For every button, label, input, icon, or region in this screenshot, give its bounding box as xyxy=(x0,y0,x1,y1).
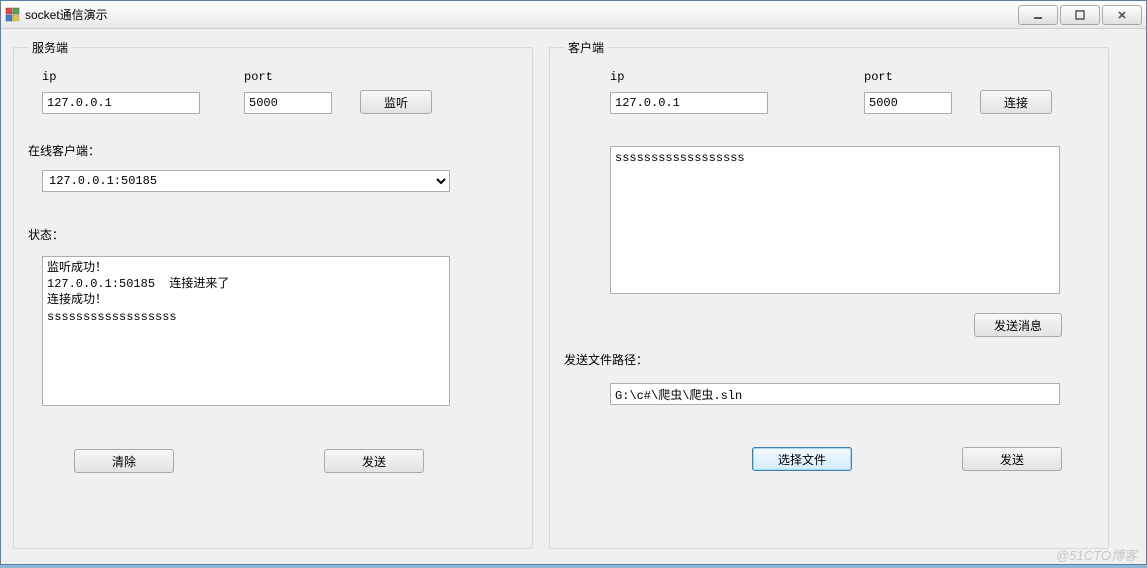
maximize-icon xyxy=(1074,9,1086,21)
server-ip-label: ip xyxy=(42,70,200,84)
server-panel: 服务端 ip port 监听 在线客户端： 127.0.0.1:50185 xyxy=(13,39,533,549)
file-path-label: 发送文件路径： xyxy=(564,353,648,367)
server-port-label: port xyxy=(244,70,332,84)
app-window: socket通信演示 服务端 ip port xyxy=(0,0,1147,565)
online-clients-select[interactable]: 127.0.0.1:50185 xyxy=(42,170,450,192)
minimize-icon xyxy=(1032,9,1044,21)
client-panel: 客户端 ip port 连接 ssssssssssssssssss 发送消息 xyxy=(549,39,1109,549)
window-body: 服务端 ip port 监听 在线客户端： 127.0.0.1:50185 xyxy=(1,29,1146,564)
client-ip-input[interactable] xyxy=(610,92,768,114)
client-legend: 客户端 xyxy=(564,39,608,56)
close-icon xyxy=(1116,9,1128,21)
server-status-textarea[interactable]: 监听成功！ 127.0.0.1:50185 连接进来了 连接成功！ ssssss… xyxy=(42,256,450,406)
file-path-input[interactable] xyxy=(610,383,1060,405)
server-legend: 服务端 xyxy=(28,39,72,56)
window-controls xyxy=(1016,5,1142,25)
client-send-button[interactable]: 发送 xyxy=(962,447,1062,471)
server-status-label: 状态： xyxy=(28,228,64,242)
titlebar: socket通信演示 xyxy=(1,1,1146,29)
client-ip-label: ip xyxy=(610,70,768,84)
minimize-button[interactable] xyxy=(1018,5,1058,25)
server-send-button[interactable]: 发送 xyxy=(324,449,424,473)
send-message-button[interactable]: 发送消息 xyxy=(974,313,1062,337)
server-ip-input[interactable] xyxy=(42,92,200,114)
online-clients-label: 在线客户端： xyxy=(28,144,100,158)
client-port-input[interactable] xyxy=(864,92,952,114)
window-title: socket通信演示 xyxy=(25,6,1016,23)
app-icon xyxy=(5,7,21,23)
client-message-textarea[interactable]: ssssssssssssssssss xyxy=(610,146,1060,294)
client-port-label: port xyxy=(864,70,952,84)
server-clear-button[interactable]: 清除 xyxy=(74,449,174,473)
connect-button[interactable]: 连接 xyxy=(980,90,1052,114)
close-button[interactable] xyxy=(1102,5,1142,25)
choose-file-button[interactable]: 选择文件 xyxy=(752,447,852,471)
maximize-button[interactable] xyxy=(1060,5,1100,25)
listen-button[interactable]: 监听 xyxy=(360,90,432,114)
server-port-input[interactable] xyxy=(244,92,332,114)
